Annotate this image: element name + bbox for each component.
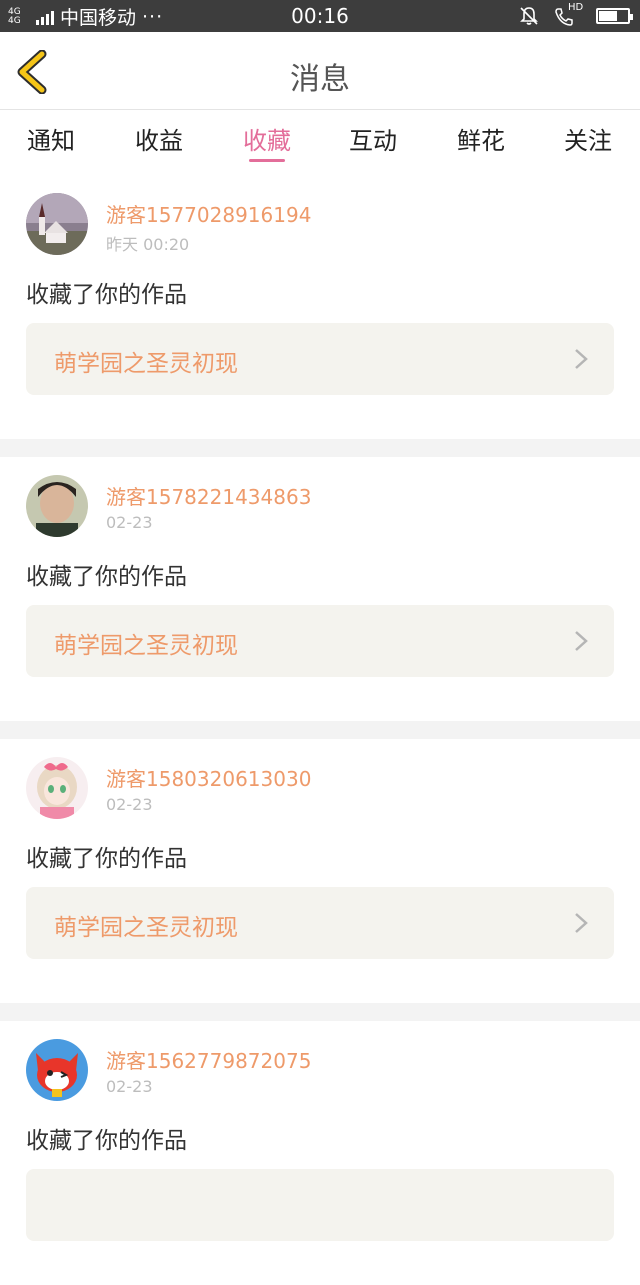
- action-text: 收藏了你的作品: [26, 564, 187, 590]
- tab-favorites[interactable]: 收藏: [227, 121, 307, 156]
- page-title: 消息: [290, 62, 350, 97]
- avatar[interactable]: [26, 193, 88, 255]
- work-link[interactable]: [26, 1169, 614, 1241]
- timestamp: 02-23: [106, 513, 153, 532]
- username[interactable]: 游客1577028916194: [106, 199, 311, 228]
- battery-icon: [596, 8, 633, 24]
- username[interactable]: 游客1578221434863: [106, 481, 311, 510]
- active-tab-indicator: [249, 159, 285, 162]
- username[interactable]: 游客1562779872075: [106, 1045, 311, 1074]
- avatar[interactable]: [26, 757, 88, 819]
- tab-interactions[interactable]: 互动: [333, 121, 413, 156]
- action-text: 收藏了你的作品: [26, 846, 187, 872]
- tab-bar: 通知 收益 收藏 互动 鲜花 关注: [0, 111, 640, 175]
- divider: [0, 1003, 640, 1021]
- mute-bell-icon: [520, 7, 538, 25]
- work-link[interactable]: 萌学园之圣灵初现: [26, 887, 614, 959]
- username[interactable]: 游客1580320613030: [106, 763, 311, 792]
- action-text: 收藏了你的作品: [26, 282, 187, 308]
- hd-label: HD: [568, 2, 584, 13]
- message-card: 游客1577028916194 昨天 00:20 收藏了你的作品 萌学园之圣灵初…: [0, 175, 640, 439]
- work-link[interactable]: 萌学园之圣灵初现: [26, 605, 614, 677]
- status-bar: 4G 4G 中国移动 ··· 00:16 HD: [0, 0, 640, 32]
- chevron-right-icon: [575, 913, 588, 933]
- chevron-right-icon: [575, 349, 588, 369]
- message-card: 游客1580320613030 02-23 收藏了你的作品 萌学园之圣灵初现: [0, 739, 640, 1003]
- message-list: 游客1577028916194 昨天 00:20 收藏了你的作品 萌学园之圣灵初…: [0, 175, 640, 1285]
- timestamp: 昨天 00:20: [106, 235, 190, 254]
- work-title: 萌学园之圣灵初现: [54, 351, 238, 377]
- action-text: 收藏了你的作品: [26, 1128, 187, 1154]
- work-link[interactable]: 萌学园之圣灵初现: [26, 323, 614, 395]
- chevron-right-icon: [575, 631, 588, 651]
- nav-bar: 消息: [0, 32, 640, 110]
- avatar[interactable]: [26, 1039, 88, 1101]
- message-card: 游客1562779872075 02-23 收藏了你的作品: [0, 1021, 640, 1285]
- message-card: 游客1578221434863 02-23 收藏了你的作品 萌学园之圣灵初现: [0, 457, 640, 721]
- divider: [0, 439, 640, 457]
- tab-flowers[interactable]: 鲜花: [441, 121, 521, 156]
- divider: [0, 721, 640, 739]
- work-title: 萌学园之圣灵初现: [54, 633, 238, 659]
- hd-call-icon: HD: [554, 2, 584, 27]
- tab-follows[interactable]: 关注: [548, 121, 628, 156]
- tab-earnings[interactable]: 收益: [119, 121, 199, 156]
- tab-notifications[interactable]: 通知: [11, 121, 91, 156]
- timestamp: 02-23: [106, 795, 153, 814]
- status-right: HD: [518, 2, 633, 27]
- work-title: 萌学园之圣灵初现: [54, 915, 238, 941]
- avatar[interactable]: [26, 475, 88, 537]
- timestamp: 02-23: [106, 1077, 153, 1096]
